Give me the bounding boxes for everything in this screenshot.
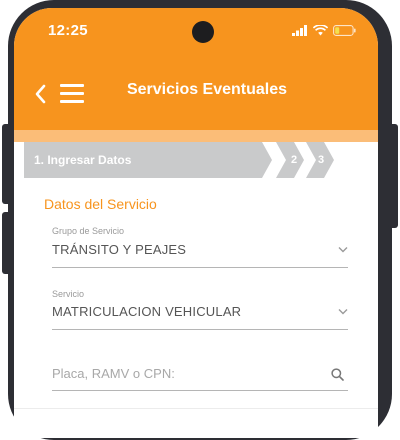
- front-camera: [192, 21, 214, 43]
- chevron-down-icon: [338, 247, 348, 253]
- servicio-value: MATRICULACION VEHICULAR: [52, 304, 242, 319]
- header-divider: [14, 130, 378, 142]
- servicio-label: Servicio: [52, 289, 85, 299]
- battery-icon: [333, 25, 356, 36]
- section-title: Datos del Servicio: [44, 196, 157, 212]
- grupo-servicio-label: Grupo de Servicio: [52, 226, 125, 236]
- grupo-servicio-select[interactable]: Grupo de Servicio TRÁNSITO Y PEAJES: [52, 222, 348, 268]
- status-icons: [292, 25, 356, 36]
- step-2-label: 2: [291, 154, 298, 166]
- phone-screen: 12:25 Servicios Eventuales 1. Ingresar D…: [14, 8, 378, 438]
- step-2[interactable]: 2: [276, 142, 304, 178]
- content-divider: [14, 408, 378, 409]
- placa-search-field: [52, 358, 348, 391]
- step-1-label: 1. Ingresar Datos: [34, 153, 132, 167]
- signal-icon: [292, 25, 307, 36]
- grupo-servicio-value: TRÁNSITO Y PEAJES: [52, 242, 187, 257]
- search-icon[interactable]: [331, 368, 344, 381]
- power-button: [388, 124, 398, 228]
- servicio-select[interactable]: Servicio MATRICULACION VEHICULAR: [52, 284, 348, 330]
- placa-search-input[interactable]: [52, 366, 312, 381]
- step-3[interactable]: 3: [306, 142, 334, 178]
- step-3-label: 3: [318, 154, 325, 166]
- volume-down-button: [2, 212, 12, 274]
- page-title: Servicios Eventuales: [126, 81, 288, 98]
- chevron-down-icon: [338, 309, 348, 315]
- status-time: 12:25: [48, 22, 88, 39]
- step-1-active[interactable]: 1. Ingresar Datos: [24, 142, 272, 178]
- wifi-icon: [313, 25, 328, 36]
- stepper: 1. Ingresar Datos 2 3: [24, 142, 344, 178]
- volume-up-button: [2, 124, 12, 204]
